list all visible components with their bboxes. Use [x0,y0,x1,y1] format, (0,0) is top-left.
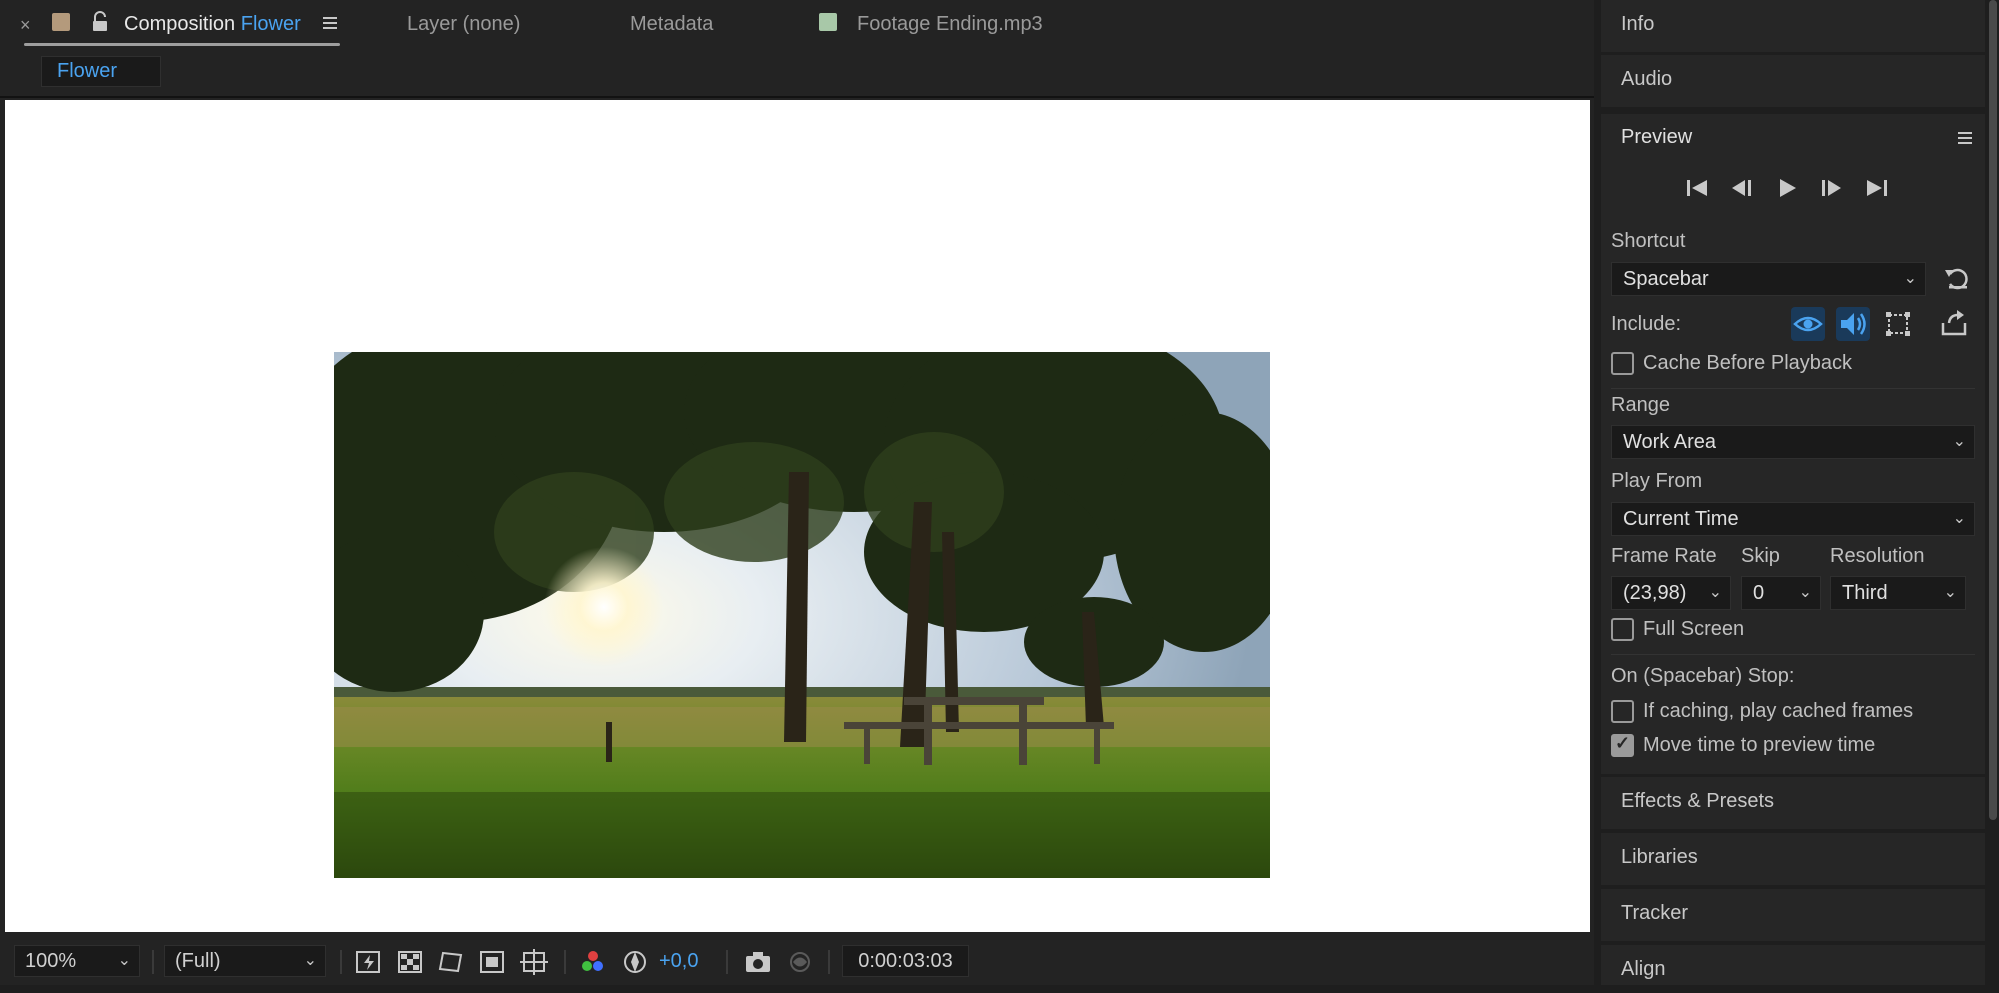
exposure-value[interactable]: +0,0 [659,946,698,976]
shortcut-label: Shortcut [1611,230,1686,252]
tab-metadata[interactable]: Metadata [630,10,713,38]
close-tab-icon[interactable]: × [20,11,31,39]
export-output-icon[interactable] [1937,307,1971,341]
move-time-checkbox[interactable] [1611,733,1634,757]
magnification-value: 100% [25,950,77,972]
chevron-down-icon: ⌄ [1952,510,1966,527]
effects-presets-panel-header[interactable]: Effects & Presets [1601,777,1985,829]
composition-color-swatch [52,13,70,31]
footage-frame [334,352,1270,878]
breadcrumb-flower[interactable]: Flower [41,56,161,87]
composition-panel: × Composition Flower Layer (none) Metada… [0,0,1594,985]
mask-visibility-icon[interactable] [436,947,466,977]
include-audio-speaker-icon[interactable] [1836,307,1870,341]
toolbar-divider [152,950,154,974]
info-panel-header[interactable]: Info [1601,0,1985,52]
previous-frame-icon[interactable] [1727,174,1755,202]
include-label: Include: [1611,313,1682,335]
active-tab-underline [24,43,340,46]
preview-panel-menu-icon[interactable] [1957,130,1975,146]
shortcut-select[interactable]: Spacebar ⌄ [1611,262,1926,296]
on-stop-label: On (Spacebar) Stop: [1611,665,1795,687]
tab-composition-prefix: Composition [124,13,236,35]
range-select[interactable]: Work Area ⌄ [1611,425,1975,459]
tab-composition-name: Flower [240,13,301,35]
panel-menu-icon[interactable] [322,15,340,31]
chevron-down-icon: ⌄ [1798,584,1812,601]
play-from-value: Current Time [1623,508,1739,530]
align-panel-header[interactable]: Align [1601,945,1985,985]
next-frame-icon[interactable] [1818,174,1846,202]
footage-image-park-trees [334,352,1270,878]
resolution-select-value: Third [1842,582,1888,604]
toolbar-divider [726,950,728,974]
lock-icon[interactable] [90,11,110,33]
include-video-eye-icon[interactable] [1791,307,1825,341]
range-label: Range [1611,394,1670,416]
show-snapshot-icon[interactable] [785,947,815,977]
current-time-display[interactable]: 0:00:03:03 [842,945,969,977]
skip-select[interactable]: 0 ⌄ [1741,576,1821,610]
last-frame-icon[interactable] [1863,174,1891,202]
full-screen-label: Full Screen [1643,618,1745,640]
include-overlay-icon[interactable] [1881,307,1915,341]
chevron-down-icon: ⌄ [303,952,317,969]
tab-layer[interactable]: Layer (none) [407,10,520,38]
composition-viewer[interactable] [5,100,1590,932]
panel-tab-bar: × Composition Flower Layer (none) Metada… [0,0,1594,48]
play-from-label: Play From [1611,470,1703,492]
frame-rate-label: Frame Rate [1611,545,1717,567]
chevron-down-icon: ⌄ [117,952,131,969]
frame-rate-value: (23,98) [1623,582,1687,604]
tab-footage[interactable]: Footage Ending.mp3 [857,10,1043,38]
grid-guides-icon[interactable] [520,947,550,977]
color-channels-icon[interactable] [578,947,608,977]
full-screen-checkbox[interactable] [1611,618,1634,641]
toolbar-divider [828,950,830,974]
skip-label: Skip [1741,545,1780,567]
transparency-grid-icon[interactable] [396,947,426,977]
right-panel-stack: Info Audio Preview Shortcut Spacebar ⌄ I… [1601,0,1999,985]
audio-panel-header[interactable]: Audio [1601,55,1985,107]
play-icon[interactable] [1773,174,1801,202]
toolbar-divider [340,950,342,974]
right-panel-scrollbar[interactable] [1989,0,1997,820]
chevron-down-icon: ⌄ [1903,270,1917,287]
chevron-down-icon: ⌄ [1708,584,1722,601]
if-caching-checkbox[interactable] [1611,700,1634,723]
shortcut-value: Spacebar [1623,268,1709,290]
chevron-down-icon: ⌄ [1943,584,1957,601]
footage-color-swatch [819,13,837,31]
play-from-select[interactable]: Current Time ⌄ [1611,502,1975,536]
viewer-toolbar: 100% ⌄ (Full) ⌄ +0,0 0:00:03:03 [0,938,1594,985]
first-frame-icon[interactable] [1683,174,1711,202]
resolution-label: Resolution [1830,545,1925,567]
composition-navigator: Flower [0,48,1594,98]
region-of-interest-icon[interactable] [478,947,508,977]
resolution-select[interactable]: Third ⌄ [1830,576,1966,610]
fast-previews-icon[interactable] [354,947,384,977]
section-divider [1611,654,1975,655]
preview-panel-title: Preview [1621,126,1693,148]
tracker-panel-header[interactable]: Tracker [1601,889,1985,941]
magnification-dropdown[interactable]: 100% ⌄ [14,945,140,977]
resolution-dropdown[interactable]: (Full) ⌄ [164,945,326,977]
if-caching-label: If caching, play cached frames [1643,700,1914,722]
toolbar-divider [564,950,566,974]
resolution-value: (Full) [175,950,221,972]
skip-value: 0 [1753,582,1765,604]
section-divider [1611,388,1975,389]
cache-before-playback-label: Cache Before Playback [1643,352,1853,374]
reset-shortcut-icon[interactable] [1941,262,1975,296]
chevron-down-icon: ⌄ [1952,433,1966,450]
snapshot-camera-icon[interactable] [743,947,773,977]
range-value: Work Area [1623,431,1716,453]
frame-rate-select[interactable]: (23,98) ⌄ [1611,576,1731,610]
tab-composition[interactable]: Composition Flower [124,10,301,38]
move-time-label: Move time to preview time [1643,734,1876,756]
cache-before-playback-checkbox[interactable] [1611,352,1634,375]
libraries-panel-header[interactable]: Libraries [1601,833,1985,885]
exposure-reset-icon[interactable] [620,947,650,977]
